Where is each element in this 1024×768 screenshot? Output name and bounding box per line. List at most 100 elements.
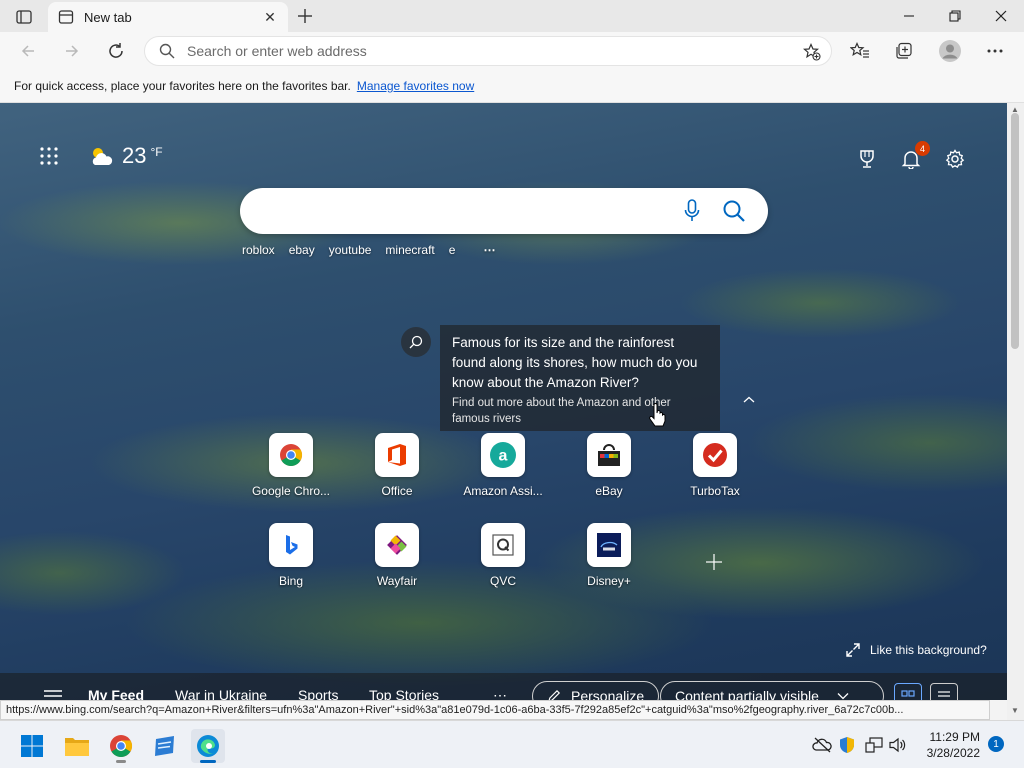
cloud-offline-icon (812, 737, 832, 753)
page-scrollbar[interactable]: ▲ ▼ (1007, 103, 1024, 720)
browser-toolbar: Search or enter web address (0, 32, 1024, 70)
favorites-button[interactable] (846, 37, 874, 65)
search-submit-button[interactable] (722, 199, 746, 226)
tray-network[interactable] (864, 735, 884, 755)
quick-link-disney-plus[interactable]: Disney+ (564, 523, 654, 588)
favorites-icon (850, 42, 869, 58)
feed-tab-war-in-ukraine[interactable]: War in Ukraine (175, 687, 267, 700)
quick-link-google-chrome[interactable]: Google Chro... (246, 433, 336, 498)
quick-link-label: Amazon Assi... (463, 484, 543, 498)
minimize-button[interactable] (886, 0, 932, 32)
amazon-assistant-icon: a (481, 433, 525, 477)
feed-navigation-bar: My Feed War in Ukraine Sports Top Storie… (0, 673, 1007, 700)
more-horizontal-icon (987, 49, 1003, 53)
collections-button[interactable] (890, 37, 918, 65)
refresh-button[interactable] (102, 37, 130, 65)
app-launcher-button[interactable] (40, 147, 64, 171)
add-quick-link-button[interactable] (700, 548, 728, 576)
personalize-button[interactable]: Personalize (532, 681, 660, 700)
trending-more-button[interactable]: ⋯ (483, 243, 496, 257)
trending-item[interactable]: roblox (242, 243, 275, 257)
rewards-button[interactable] (853, 145, 881, 173)
taskbar-google-chrome[interactable] (104, 729, 138, 763)
close-window-button[interactable] (978, 0, 1024, 32)
clock-time: 11:29 PM (929, 730, 980, 744)
taskbar-file-explorer[interactable] (60, 729, 94, 763)
like-background-label: Like this background? (870, 643, 987, 657)
taskbar-clock[interactable]: 11:29 PM 3/28/2022 (918, 729, 980, 761)
feed-more-button[interactable]: ⋯ (493, 687, 507, 700)
turbotax-icon (693, 433, 737, 477)
address-bar[interactable]: Search or enter web address (144, 36, 832, 66)
feed-tab-top-stories[interactable]: Top Stories (369, 687, 439, 700)
clock-date: 3/28/2022 (926, 746, 980, 760)
weather-widget[interactable]: 23 °F (88, 143, 163, 169)
network-icon (865, 737, 883, 753)
feed-tab-my-feed[interactable]: My Feed (88, 687, 144, 700)
info-card-headline: Famous for its size and the rainforest f… (452, 335, 698, 390)
quick-link-turbotax[interactable]: TurboTax (670, 433, 760, 498)
feed-tab-sports[interactable]: Sports (298, 687, 338, 700)
speaker-icon (889, 737, 906, 753)
minimize-icon (904, 15, 914, 17)
content-visibility-label: Content partially visible (675, 688, 819, 700)
microphone-icon (684, 199, 700, 221)
tab-strip: New tab ✕ (0, 0, 1024, 32)
taskbar-microsoft-edge[interactable] (191, 729, 225, 763)
scroll-down-icon[interactable]: ▼ (1010, 706, 1020, 715)
tray-onedrive-offline[interactable] (812, 735, 832, 755)
background-info-card[interactable]: Famous for its size and the rainforest f… (440, 325, 720, 431)
bing-icon (269, 523, 313, 567)
start-button[interactable] (15, 729, 49, 763)
web-search-box[interactable] (240, 188, 768, 234)
quick-link-amazon-assistant[interactable]: a Amazon Assi... (458, 433, 548, 498)
restore-icon (949, 10, 961, 22)
taskbar-app[interactable] (148, 729, 182, 763)
new-tab-button[interactable] (292, 4, 318, 28)
plus-icon (298, 9, 312, 23)
notification-center-badge[interactable]: 1 (988, 736, 1004, 752)
running-indicator (116, 760, 126, 763)
notifications-button[interactable]: 4 (897, 141, 930, 173)
list-layout-button[interactable] (930, 683, 958, 700)
quick-link-qvc[interactable]: QVC (458, 523, 548, 588)
collapse-quick-links-button[interactable] (742, 393, 760, 407)
like-background-button[interactable]: Like this background? (846, 643, 987, 657)
windows-logo-icon (21, 735, 43, 757)
trending-item[interactable]: minecraft (385, 243, 434, 257)
scrollbar-thumb[interactable] (1011, 113, 1019, 349)
grid-layout-button[interactable] (894, 683, 922, 700)
page-settings-button[interactable] (941, 145, 969, 173)
edge-icon (197, 735, 219, 757)
quick-link-label: eBay (595, 484, 623, 498)
content-visibility-dropdown[interactable]: Content partially visible (660, 681, 884, 700)
hamburger-menu-icon[interactable] (44, 690, 62, 700)
quick-link-ebay[interactable]: eBay (564, 433, 654, 498)
back-button[interactable] (14, 37, 42, 65)
favorites-bar-message: For quick access, place your favorites h… (14, 79, 351, 93)
quick-link-bing[interactable]: Bing (246, 523, 336, 588)
manage-favorites-link[interactable]: Manage favorites now (357, 79, 474, 93)
trending-item[interactable]: e (449, 243, 456, 257)
rewards-trophy-icon (860, 150, 874, 168)
tab-actions-menu-button[interactable] (12, 7, 36, 27)
ebay-icon (587, 433, 631, 477)
voice-search-button[interactable] (684, 199, 700, 226)
add-favorite-button[interactable] (802, 43, 821, 64)
tab-title: New tab (84, 9, 132, 25)
quick-link-wayfair[interactable]: Wayfair (352, 523, 442, 588)
restore-button[interactable] (932, 0, 978, 32)
trending-item[interactable]: ebay (289, 243, 315, 257)
quick-link-label: Wayfair (376, 574, 418, 588)
tray-volume[interactable] (888, 735, 908, 755)
settings-and-more-button[interactable] (981, 37, 1009, 65)
trending-item[interactable]: youtube (329, 243, 372, 257)
background-search-button[interactable] (401, 327, 431, 357)
trending-searches: roblox ebay youtube minecraft e ⋯ (242, 243, 496, 257)
profile-button[interactable] (936, 37, 964, 65)
tab-close-icon[interactable]: ✕ (262, 9, 278, 25)
tab-new-tab[interactable]: New tab ✕ (48, 2, 288, 32)
tray-windows-security[interactable] (837, 735, 857, 755)
quick-link-office[interactable]: Office (352, 433, 442, 498)
forward-button[interactable] (58, 37, 86, 65)
